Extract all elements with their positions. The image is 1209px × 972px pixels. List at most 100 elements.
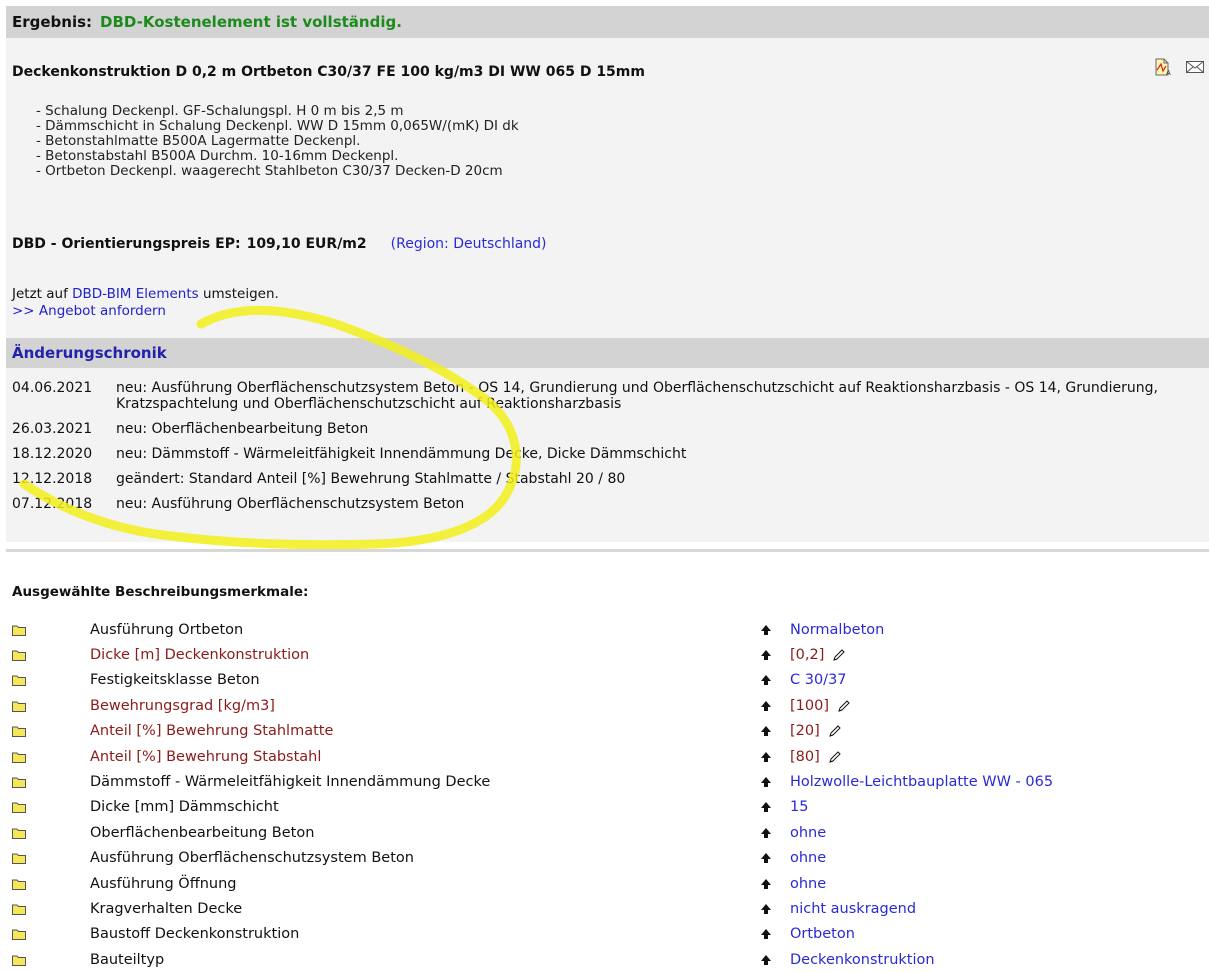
feature-value-text[interactable]: C 30/37 [790,672,847,688]
folder-icon[interactable] [12,649,26,662]
arrow-up-icon[interactable] [760,903,772,915]
history-entry: 12.12.2018 geändert: Standard Anteil [%]… [12,471,1202,487]
pencil-icon[interactable] [832,648,846,662]
arrow-up-icon[interactable] [760,674,772,686]
bim-elements-link[interactable]: DBD-BIM Elements [72,286,199,302]
request-offer-link[interactable]: >> Angebot anfordern [12,303,166,319]
feature-name: Ausführung Ortbeton [90,621,244,638]
feature-value[interactable]: ohne [790,850,826,866]
history-date: 12.12.2018 [12,471,93,487]
feature-value-text[interactable]: Holzwolle-Leichtbauplatte WW - 065 [790,774,1053,790]
folder-icon[interactable] [12,674,26,687]
pencil-icon[interactable] [828,724,842,738]
folder-icon[interactable] [12,700,26,712]
features-title: Ausgewählte Beschreibungsmerkmale: [12,584,309,600]
feature-value[interactable]: Normalbeton [790,622,884,638]
feature-value-text[interactable]: 15 [790,799,808,815]
feature-value-text[interactable]: [100] [790,698,829,714]
feature-value[interactable]: Ortbeton [790,926,855,942]
arrow-up-icon[interactable] [760,827,772,839]
feature-value[interactable]: 15 [790,799,808,815]
feature-name: Ausführung Öffnung [90,875,237,892]
history-header: Änderungschronik [6,338,1209,368]
folder-icon[interactable] [12,751,26,763]
feature-row[interactable]: Anteil [%] Bewehrung Stabstahl [80] [12,744,1202,769]
folder-icon[interactable] [12,776,26,789]
arrow-up-icon[interactable] [760,801,772,813]
feature-row[interactable]: Dicke [m] Deckenkonstruktion [0,2] [12,642,1202,667]
feature-value[interactable]: ohne [790,825,826,841]
feature-name: Anteil [%] Bewehrung Stahlmatte [90,723,334,740]
feature-value[interactable]: Holzwolle-Leichtbauplatte WW - 065 [790,774,1053,790]
feature-row[interactable]: Festigkeitsklasse Beton C 30/37 [12,668,1202,693]
folder-icon[interactable] [12,954,26,966]
history-text: neu: Ausführung Oberflächenschutzsystem … [116,496,465,512]
arrow-up-icon[interactable] [760,649,772,661]
feature-value-text[interactable]: Normalbeton [790,622,884,638]
component-item: - Schalung Deckenpl. GF-Schalungspl. H 0… [36,103,404,119]
feature-name: Oberflächenbearbeitung Beton [90,824,315,841]
history-entry: 04.06.2021 neu: Ausführung Oberflächensc… [12,380,1202,412]
arrow-up-icon[interactable] [760,776,772,788]
arrow-up-icon[interactable] [760,954,772,966]
feature-value-text[interactable]: ohne [790,876,826,892]
feature-name: Dicke [mm] Dämmschicht [90,799,279,816]
feature-value-text[interactable]: [80] [790,749,820,765]
feature-value[interactable]: Deckenkonstruktion [790,952,935,968]
feature-value-text[interactable]: [20] [790,723,820,739]
feature-row[interactable]: Bauteiltyp Deckenkonstruktion [12,947,1202,972]
folder-icon[interactable] [12,852,26,865]
feature-value-text[interactable]: nicht auskragend [790,901,916,917]
feature-row[interactable]: Ausführung Oberflächenschutzsystem Beton… [12,846,1202,871]
arrow-up-icon[interactable] [760,928,772,940]
folder-icon[interactable] [12,928,26,941]
pdf-document-icon[interactable]: A [1153,58,1173,76]
folder-icon[interactable] [12,878,26,890]
folder-icon[interactable] [12,903,26,915]
feature-value[interactable]: [100] [790,698,851,714]
feature-value[interactable]: [0,2] [790,647,846,663]
feature-value[interactable]: [80] [790,749,842,765]
feature-value-text[interactable]: ohne [790,850,826,866]
folder-icon[interactable] [12,801,26,814]
feature-row[interactable]: Dämmstoff - Wärmeleitfähigkeit Innendämm… [12,769,1202,794]
feature-value-text[interactable]: [0,2] [790,647,824,663]
feature-row[interactable]: Ausführung Öffnung ohne [12,871,1202,896]
pencil-icon[interactable] [828,750,842,764]
history-date: 26.03.2021 [12,421,93,437]
folder-icon[interactable] [12,725,26,738]
feature-value-text[interactable]: ohne [790,825,826,841]
feature-row[interactable]: Bewehrungsgrad [kg/m3] [100] [12,693,1202,718]
result-bar: Ergebnis: DBD-Kostenelement ist vollstän… [6,6,1209,38]
region-link[interactable]: (Region: Deutschland) [391,236,547,252]
feature-value[interactable]: C 30/37 [790,672,847,688]
feature-value-text[interactable]: Ortbeton [790,926,855,942]
element-title: Deckenkonstruktion D 0,2 m Ortbeton C30/… [12,64,645,80]
pencil-icon[interactable] [837,699,851,713]
feature-name: Anteil [%] Bewehrung Stabstahl [90,748,322,765]
feature-value[interactable]: nicht auskragend [790,901,916,917]
feature-value[interactable]: [20] [790,723,842,739]
feature-row[interactable]: Dicke [mm] Dämmschicht 15 [12,795,1202,820]
arrow-up-icon[interactable] [760,725,772,737]
feature-name: Dämmstoff - Wärmeleitfähigkeit Innendämm… [90,774,491,791]
feature-row[interactable]: Baustoff Deckenkonstruktion Ortbeton [12,922,1202,947]
arrow-up-icon[interactable] [760,700,772,712]
feature-row[interactable]: Oberflächenbearbeitung Beton ohne [12,820,1202,845]
result-label: Ergebnis: [12,13,93,31]
arrow-up-icon[interactable] [760,852,772,864]
history-entry: 18.12.2020 neu: Dämmstoff - Wärmeleitfäh… [12,446,1202,462]
folder-icon[interactable] [12,827,26,839]
feature-row[interactable]: Ausführung Ortbeton Normalbeton [12,617,1202,642]
history-text: neu: Ausführung Oberflächenschutzsystem … [116,380,1158,412]
action-icons: A [1153,58,1205,76]
arrow-up-icon[interactable] [760,751,772,763]
feature-value[interactable]: ohne [790,876,826,892]
arrow-up-icon[interactable] [760,624,772,636]
folder-icon[interactable] [12,624,26,636]
mail-envelope-icon[interactable] [1185,58,1205,76]
feature-value-text[interactable]: Deckenkonstruktion [790,952,935,968]
feature-row[interactable]: Anteil [%] Bewehrung Stahlmatte [20] [12,719,1202,744]
feature-row[interactable]: Kragverhalten Decke nicht auskragend [12,896,1202,921]
arrow-up-icon[interactable] [760,878,772,890]
